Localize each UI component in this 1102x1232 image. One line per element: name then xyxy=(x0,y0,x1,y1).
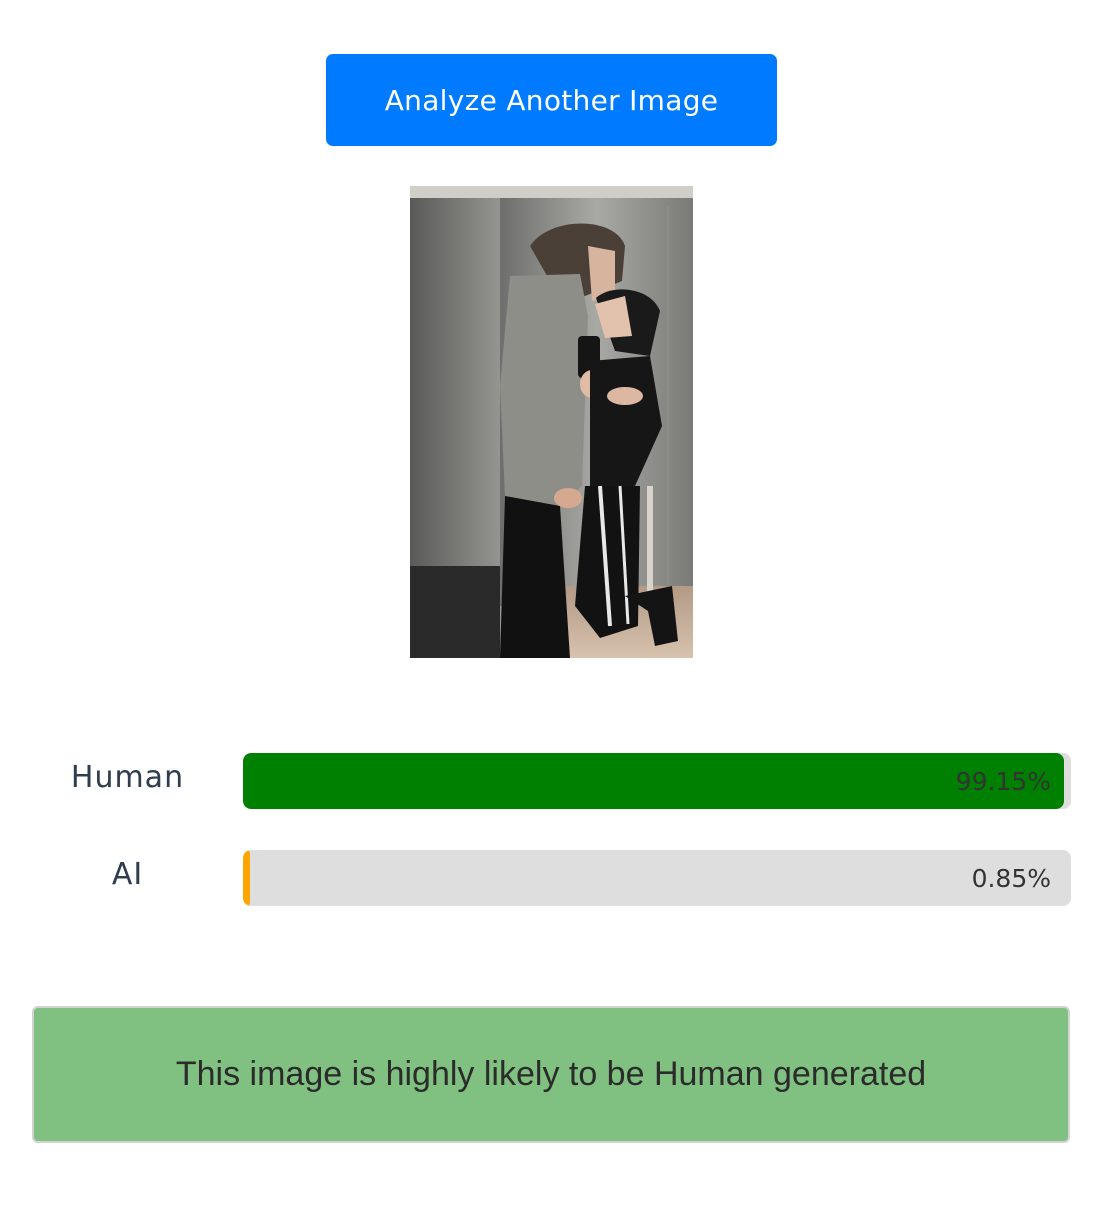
ai-score-fill xyxy=(243,850,250,906)
human-score-label: Human xyxy=(70,760,185,795)
human-score-value: 99.15% xyxy=(955,766,1051,796)
human-score-bar: 99.15% xyxy=(243,753,1071,809)
human-score-fill xyxy=(243,753,1064,809)
ai-score-bar: 0.85% xyxy=(243,850,1071,906)
analyze-another-image-button[interactable]: Analyze Another Image xyxy=(326,54,777,146)
verdict-banner: This image is highly likely to be Human … xyxy=(32,1006,1070,1143)
ai-score-value: 0.85% xyxy=(971,863,1051,893)
ai-score-label: AI xyxy=(111,857,144,892)
analyzed-photo xyxy=(410,186,693,658)
